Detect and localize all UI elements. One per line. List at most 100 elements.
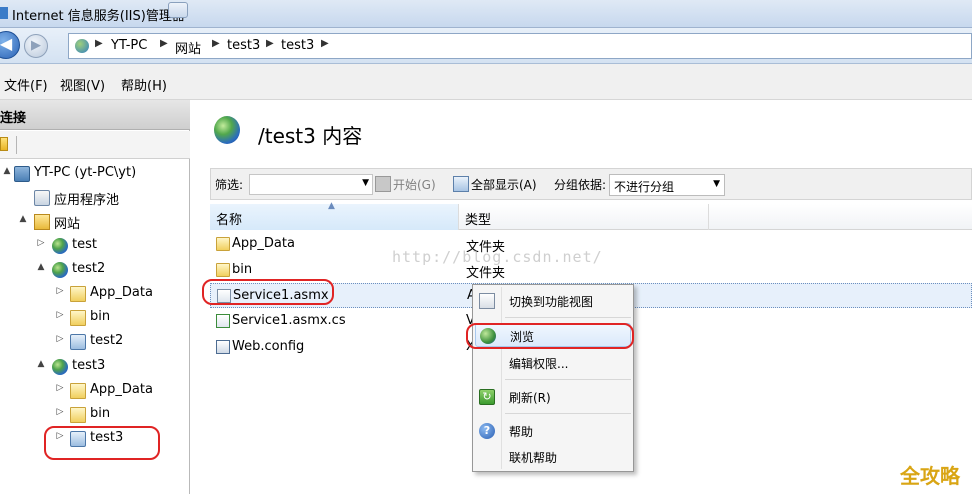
collapse-arrow-icon[interactable]: ▲ bbox=[36, 262, 46, 272]
menu-bar: 文件(F) 视图(V) 帮助(H) bbox=[0, 64, 972, 100]
item-name: Web.config bbox=[232, 339, 305, 354]
dropdown-arrow-icon[interactable]: ▼ bbox=[362, 178, 369, 188]
dropdown-arrow-icon[interactable]: ▼ bbox=[713, 179, 720, 189]
folder-icon bbox=[70, 407, 86, 423]
breadcrumb-separator-icon[interactable]: ▶ bbox=[212, 38, 220, 49]
tree-item-test2[interactable]: ▲ test2 bbox=[0, 259, 190, 281]
menu-item-refresh[interactable]: ↻ 刷新(R) bbox=[475, 385, 631, 409]
address-bar: ◀ ▶ ▶ YT-PC ▶ 网站 ▶ test3 ▶ test3 ▶ bbox=[0, 28, 972, 64]
expand-arrow-icon[interactable]: ▷ bbox=[36, 238, 46, 248]
cs-file-icon bbox=[216, 314, 230, 328]
menu-item-edit-permissions[interactable]: 编辑权限... bbox=[475, 351, 631, 375]
collapse-arrow-icon[interactable]: ▲ bbox=[2, 166, 12, 176]
group-by-label: 分组依据: bbox=[554, 178, 607, 192]
collapse-arrow-icon[interactable]: ▲ bbox=[36, 359, 46, 369]
show-all-button[interactable]: 全部显示(A) bbox=[471, 176, 537, 193]
tree-item-test3-app-data[interactable]: ▷ App_Data bbox=[0, 380, 190, 402]
connections-panel: 连接 ▲ YT-PC (yt-PC\yt) 应用程序池 ▲ 网站 ▷ test … bbox=[0, 100, 190, 494]
config-file-icon bbox=[216, 340, 230, 354]
expand-arrow-icon[interactable]: ▷ bbox=[55, 383, 65, 393]
column-label: 类型 bbox=[465, 213, 492, 228]
tree-item-test2-app-data[interactable]: ▷ App_Data bbox=[0, 283, 190, 305]
menu-file[interactable]: 文件(F) bbox=[4, 75, 48, 94]
tree-item-app-pools[interactable]: 应用程序池 bbox=[0, 187, 190, 209]
menu-view[interactable]: 视图(V) bbox=[60, 75, 105, 94]
start-filter-button[interactable]: 开始(G) bbox=[393, 176, 436, 193]
address-field[interactable]: ▶ YT-PC ▶ 网站 ▶ test3 ▶ test3 ▶ bbox=[68, 33, 972, 59]
minimize-button[interactable] bbox=[168, 2, 188, 18]
menu-item-switch-to-features-view[interactable]: 切换到功能视图 bbox=[475, 289, 631, 313]
column-label: 名称 bbox=[216, 213, 243, 228]
breadcrumb-site[interactable]: test3 bbox=[227, 38, 260, 53]
menu-separator bbox=[505, 317, 631, 318]
sites-folder-icon bbox=[34, 214, 50, 230]
iis-app-icon bbox=[0, 7, 8, 19]
expand-arrow-icon[interactable]: ▷ bbox=[55, 334, 65, 344]
filter-input[interactable]: ▼ bbox=[249, 174, 373, 195]
breadcrumb-separator-icon[interactable]: ▶ bbox=[160, 38, 168, 49]
group-by-select[interactable]: 不进行分组 ▼ bbox=[609, 174, 725, 196]
expand-arrow-icon[interactable]: ▷ bbox=[55, 407, 65, 417]
connections-title: 连接 bbox=[0, 111, 27, 126]
tree-item-test3[interactable]: ▲ test3 bbox=[0, 356, 190, 378]
breadcrumb-sites[interactable]: 网站 bbox=[175, 38, 201, 57]
menu-help[interactable]: 帮助(H) bbox=[121, 75, 167, 94]
list-header: ▲ 名称 类型 bbox=[210, 201, 972, 230]
breadcrumb-app[interactable]: test3 bbox=[281, 38, 314, 53]
highlight-annotation bbox=[44, 426, 160, 460]
filter-bar: 筛选: ▼ 开始(G) 全部显示(A) 分组依据: 不进行分组 ▼ bbox=[210, 168, 972, 200]
menu-item-label: 帮助 bbox=[509, 425, 534, 439]
menu-separator bbox=[505, 379, 631, 380]
tree-item-label: 应用程序池 bbox=[54, 193, 120, 208]
globe-icon bbox=[52, 359, 68, 375]
menu-item-label: 刷新(R) bbox=[509, 391, 551, 405]
brand-watermark: 全攻略 bbox=[900, 464, 960, 488]
menu-item-label: 切换到功能视图 bbox=[509, 295, 594, 309]
start-page-icon[interactable] bbox=[0, 137, 8, 151]
tree-item-label: test3 bbox=[72, 358, 106, 373]
highlight-annotation bbox=[202, 279, 334, 305]
folder-icon bbox=[70, 286, 86, 302]
breadcrumb-separator-icon[interactable]: ▶ bbox=[266, 38, 274, 49]
tree-item-test[interactable]: ▷ test bbox=[0, 235, 190, 257]
menu-item-online-help[interactable]: 联机帮助 bbox=[475, 445, 631, 469]
menu-item-help[interactable]: ? 帮助 bbox=[475, 419, 631, 443]
connections-toolbar bbox=[0, 131, 190, 159]
menu-item-label: 编辑权限... bbox=[509, 357, 569, 371]
context-menu: 切换到功能视图 浏览 编辑权限... ↻ 刷新(R) ? 帮助 联机帮助 bbox=[472, 284, 634, 472]
globe-icon bbox=[52, 262, 68, 278]
column-header-type[interactable]: 类型 bbox=[459, 204, 709, 230]
expand-arrow-icon[interactable]: ▷ bbox=[55, 286, 65, 296]
breadcrumb-server[interactable]: YT-PC bbox=[111, 38, 147, 53]
tree-item-test3-bin[interactable]: ▷ bin bbox=[0, 404, 190, 426]
menu-item-label: 联机帮助 bbox=[509, 451, 558, 465]
tree-item-sites[interactable]: ▲ 网站 bbox=[0, 211, 190, 233]
collapse-arrow-icon[interactable]: ▲ bbox=[18, 214, 28, 224]
item-name: bin bbox=[232, 262, 253, 277]
tree-item-label: bin bbox=[90, 406, 111, 421]
breadcrumb-separator-icon[interactable]: ▶ bbox=[95, 38, 103, 49]
toolbar-divider bbox=[16, 136, 17, 154]
globe-icon bbox=[52, 238, 68, 254]
breadcrumb-separator-icon[interactable]: ▶ bbox=[321, 38, 329, 49]
folder-icon bbox=[216, 263, 230, 277]
tree-item-test2-app[interactable]: ▷ test2 bbox=[0, 331, 190, 353]
expand-arrow-icon[interactable]: ▷ bbox=[55, 310, 65, 320]
tree-item-label: bin bbox=[90, 309, 111, 324]
page-title: /test3 内容 bbox=[258, 124, 363, 148]
column-header-name[interactable]: ▲ 名称 bbox=[210, 201, 459, 230]
tree-item-server[interactable]: ▲ YT-PC (yt-PC\yt) bbox=[0, 163, 190, 185]
tree-item-label: test2 bbox=[90, 333, 124, 348]
help-icon: ? bbox=[479, 423, 495, 439]
refresh-icon: ↻ bbox=[479, 389, 495, 405]
highlight-annotation bbox=[466, 323, 634, 349]
back-button[interactable]: ◀ bbox=[0, 31, 20, 59]
group-by-value: 不进行分组 bbox=[614, 180, 675, 194]
tree-item-test2-bin[interactable]: ▷ bin bbox=[0, 307, 190, 329]
show-all-icon bbox=[453, 176, 469, 192]
folder-icon bbox=[70, 383, 86, 399]
tree-item-label: YT-PC (yt-PC\yt) bbox=[34, 165, 137, 180]
folder-icon bbox=[70, 310, 86, 326]
globe-icon bbox=[214, 116, 240, 144]
forward-button[interactable]: ▶ bbox=[24, 34, 48, 58]
